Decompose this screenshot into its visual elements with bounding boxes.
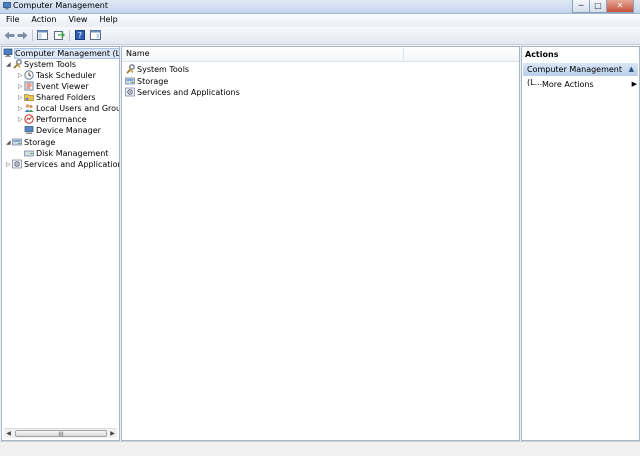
close-button[interactable]: ✕ [606, 0, 634, 13]
export-list-button[interactable] [53, 29, 66, 41]
menu-action[interactable]: Action [25, 14, 62, 26]
actions-section-header[interactable]: Computer Management (L... ▲ [523, 63, 638, 87]
scroll-left-button[interactable]: ◀ [4, 429, 13, 438]
list-item-label: System Tools [137, 65, 190, 74]
device-manager-icon [24, 125, 34, 135]
list-item-label: Storage [137, 77, 169, 86]
users-icon [24, 103, 34, 113]
results-pane[interactable]: Name System Tools Storage Services and A… [121, 46, 520, 441]
tree-item-local-users-and-groups[interactable]: ▷Local Users and Groups [18, 103, 119, 114]
console-tree-pane[interactable]: Computer Management (Local ◢System Tools… [1, 46, 120, 441]
tree-item-disk-management[interactable]: Disk Management [18, 148, 108, 159]
toolbar-separator [69, 30, 70, 41]
tree-item-shared-folders[interactable]: ▷ Shared Folders [18, 92, 96, 103]
toolbar-separator [32, 30, 33, 41]
tree-item-event-viewer[interactable]: ▷ Event Viewer [18, 81, 89, 92]
storage-icon [12, 137, 22, 147]
show-hide-console-tree-button[interactable] [36, 29, 49, 41]
performance-icon [24, 114, 34, 124]
scroll-right-button[interactable]: ▶ [108, 429, 117, 438]
forward-arrow-icon [17, 31, 28, 39]
export-list-icon [54, 31, 65, 40]
tree-item-task-scheduler[interactable]: ▷ Task Scheduler [18, 70, 96, 81]
computer-management-icon [3, 48, 13, 58]
more-actions-item[interactable]: More Actions ▶ [542, 80, 637, 89]
column-header-name[interactable]: Name [126, 49, 150, 58]
help-button[interactable]: ? [73, 29, 86, 41]
menu-bar: File Action View Help [0, 14, 640, 26]
show-hide-action-pane-icon [90, 30, 101, 40]
tree-item-system-tools[interactable]: ◢ System Tools [6, 59, 76, 70]
actions-pane: Actions Computer Management (L... ▲ More… [521, 46, 640, 441]
tree-item-performance[interactable]: ▷ Performance [18, 114, 87, 125]
show-hide-console-tree-icon [37, 30, 48, 40]
clock-icon [24, 70, 34, 80]
tree-item-computer-management[interactable]: Computer Management (Local [3, 48, 119, 59]
back-arrow-icon [4, 31, 15, 39]
computer-management-icon [3, 2, 11, 10]
system-tools-icon [12, 59, 22, 69]
scroll-thumb[interactable]: III [15, 430, 107, 438]
menu-view[interactable]: View [62, 14, 93, 26]
system-tools-icon [125, 64, 135, 74]
event-viewer-icon [24, 81, 34, 91]
svg-text:?: ? [77, 31, 81, 40]
tree-item-device-manager[interactable]: Device Manager [18, 125, 101, 136]
actions-title: Actions [525, 50, 559, 59]
toolbar: ? [0, 27, 640, 45]
list-item-label: Services and Applications [137, 88, 240, 97]
storage-icon [125, 76, 135, 86]
list-item[interactable]: Storage [125, 76, 168, 87]
status-bar [0, 441, 640, 456]
tree-item-storage[interactable]: ◢ Storage [6, 137, 55, 148]
submenu-arrow-icon: ▶ [631, 80, 637, 88]
services-icon [12, 159, 22, 169]
title-bar[interactable]: Computer Management ─ □ ✕ [0, 0, 640, 14]
list-item[interactable]: System Tools [125, 64, 189, 75]
menu-help[interactable]: Help [93, 14, 123, 26]
tree-horizontal-scrollbar[interactable]: ◀ III ▶ [4, 428, 117, 438]
list-header: Name [122, 47, 519, 62]
maximize-button[interactable]: □ [589, 0, 607, 13]
back-button[interactable] [3, 29, 16, 41]
window-title: Computer Management [13, 1, 109, 10]
disk-icon [24, 148, 34, 158]
help-icon: ? [74, 30, 85, 40]
column-divider[interactable] [403, 48, 404, 60]
services-icon [125, 87, 135, 97]
show-hide-action-pane-button[interactable] [89, 29, 102, 41]
minimize-button[interactable]: ─ [572, 0, 590, 13]
menu-file[interactable]: File [0, 14, 25, 26]
list-item[interactable]: Services and Applications [125, 87, 240, 98]
shared-folder-icon [24, 92, 34, 102]
more-actions-label: More Actions [542, 80, 594, 89]
collapse-arrow-icon[interactable]: ▲ [629, 63, 634, 76]
tree-item-services-and-applications[interactable]: ▷ Services and Applications [6, 159, 119, 170]
forward-button[interactable] [16, 29, 29, 41]
